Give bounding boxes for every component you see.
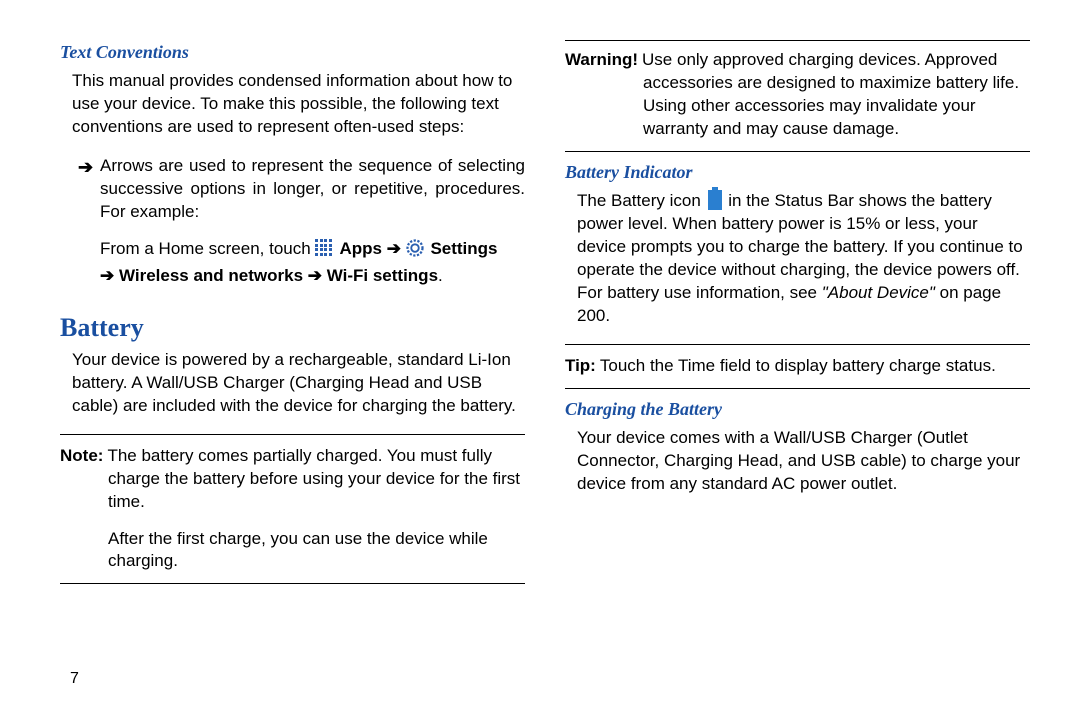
apps-label: Apps [335,239,386,258]
text-conventions-heading: Text Conventions [60,40,525,64]
tip-label: Tip: [565,355,596,378]
divider [565,40,1030,41]
page-columns: Text Conventions This manual provides co… [60,40,1030,690]
battery-indicator-heading: Battery Indicator [565,160,1030,184]
warning-block: Warning! Use only approved charging devi… [565,49,1030,72]
divider [60,434,525,435]
arrow-icon: ➔ [387,239,406,258]
charging-heading: Charging the Battery [565,397,1030,421]
note-body-line1: The battery comes partially charged. You… [107,445,525,468]
divider [60,583,525,584]
divider [565,344,1030,345]
note-label: Note: [60,445,103,468]
bi-part1: The Battery icon [577,191,706,210]
apps-icon [315,239,335,259]
arrow-convention-item: ➔ Arrows are used to represent the seque… [78,155,525,224]
right-column: Warning! Use only approved charging devi… [565,40,1030,690]
tip-body: Touch the Time field to display battery … [600,355,1030,378]
page-number: 7 [70,638,525,690]
warning-body-cont: accessories are designed to maximize bat… [643,72,1030,141]
left-column: Text Conventions This manual provides co… [60,40,525,690]
warning-body-line1: Use only approved charging devices. Appr… [642,49,997,72]
warning-label: Warning! [565,49,638,72]
example-lead-text: From a Home screen, touch [100,239,315,258]
nav-path-text: ➔ Wireless and networks ➔ Wi-Fi settings [100,266,438,285]
after-note-text: After the first charge, you can use the … [108,528,525,574]
battery-indicator-body: The Battery icon in the Status Bar shows… [577,190,1030,328]
arrow-bullet-icon: ➔ [78,155,100,224]
arrow-convention-text: Arrows are used to represent the sequenc… [100,155,525,224]
divider [565,151,1030,152]
settings-label: Settings [426,239,498,258]
text-conventions-intro: This manual provides condensed informati… [72,70,525,139]
settings-icon [406,239,426,259]
battery-note: Note: The battery comes partially charge… [60,445,525,468]
nav-period: . [438,266,443,285]
battery-icon [708,190,722,210]
charging-body: Your device comes with a Wall/USB Charge… [577,427,1030,496]
battery-intro: Your device is powered by a rechargeable… [72,349,525,418]
example-navigation-line2: ➔ Wireless and networks ➔ Wi-Fi settings… [100,265,525,288]
divider [565,388,1030,389]
tip-block: Tip: Touch the Time field to display bat… [565,355,1030,378]
battery-heading: Battery [60,310,525,345]
note-body-cont: charge the battery before using your dev… [108,468,525,514]
example-navigation-line1: From a Home screen, touch Apps ➔ Setting… [100,238,525,261]
bi-ref: "About Device" [822,283,935,302]
